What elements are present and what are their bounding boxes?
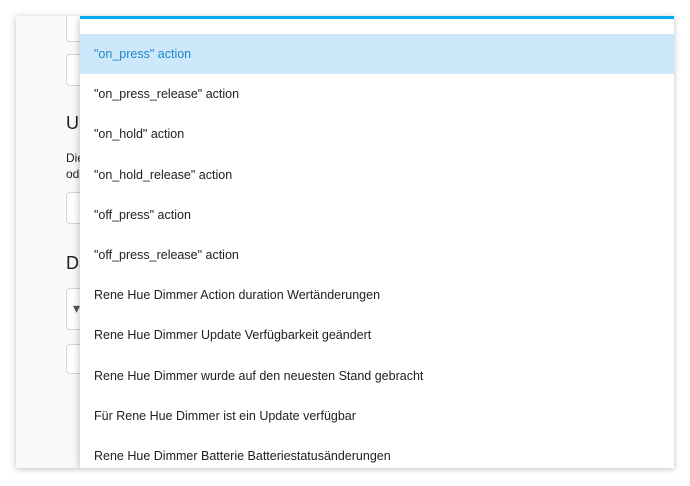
dropdown-item-label: "on_hold_release" action (94, 167, 233, 182)
dropdown-item-label: Rene Hue Dimmer Batterie Batteriestatusä… (94, 448, 391, 463)
dropdown-item-label: Rene Hue Dimmer Action duration Wertände… (94, 288, 381, 303)
dropdown-item[interactable]: "on_press_release" action (80, 74, 674, 114)
dropdown-item[interactable]: Rene Hue Dimmer Update Verfügbarkeit geä… (80, 315, 674, 355)
dropdown-item-label: "on_press" action (94, 47, 192, 62)
dropdown-item-label: "off_press_release" action (94, 248, 239, 263)
dropdown-item-label: "on_press_release" action (94, 87, 240, 102)
dropdown-item[interactable]: "on_hold" action (80, 114, 674, 154)
description-text: od (66, 167, 80, 181)
dropdown-item[interactable]: "off_press_release" action (80, 235, 674, 275)
dropdown-item[interactable]: Rene Hue Dimmer Batterie Batteriestatusä… (80, 436, 674, 468)
dropdown-item[interactable]: "off_press" action (80, 195, 674, 235)
dropdown-item[interactable]: "on_hold_release" action (80, 155, 674, 195)
dropdown-item-label: Rene Hue Dimmer Update Verfügbarkeit geä… (94, 328, 372, 343)
dropdown-item-selected[interactable]: "on_press" action (80, 34, 674, 75)
dropdown-menu: "on_press" action "on_press_release" acti… (80, 16, 674, 468)
dropdown-item-label: "off_press" action (94, 207, 191, 222)
dropdown-list: "on_press" action "on_press_release" acti… (80, 34, 674, 468)
dropdown-item-label: "on_hold" action (94, 127, 185, 142)
dropdown-item[interactable]: Für Rene Hue Dimmer ist ein Update verfü… (80, 396, 674, 436)
dropdown-accent-line (80, 16, 674, 19)
dropdown-item-label: Rene Hue Dimmer wurde auf den neuesten S… (94, 368, 424, 383)
dropdown-item-label: Für Rene Hue Dimmer ist ein Update verfü… (94, 408, 356, 423)
dropdown-item[interactable]: Rene Hue Dimmer Action duration Wertände… (80, 275, 674, 315)
dropdown-item[interactable]: Rene Hue Dimmer wurde auf den neuesten S… (80, 356, 674, 396)
chevron-down-icon: ▾ (73, 300, 81, 316)
app-frame: Un Die od Da ▾ "on_press" action "on_pres… (16, 16, 674, 468)
